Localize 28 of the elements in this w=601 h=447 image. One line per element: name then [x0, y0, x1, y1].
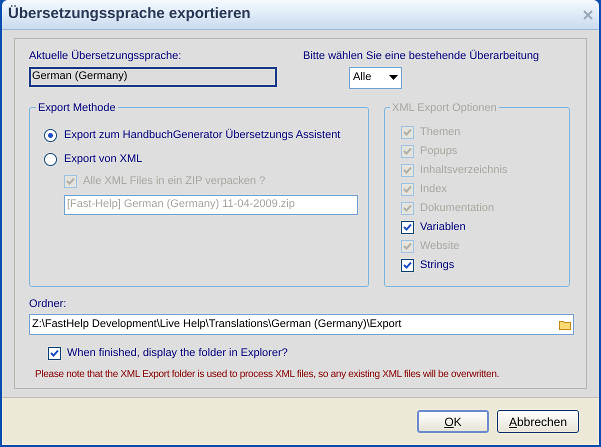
radio-label: Export von XML	[64, 152, 142, 168]
field-label: Aktuelle Übersetzungssprache:	[29, 48, 182, 64]
checkbox-label: Inhaltsverzeichnis	[420, 162, 508, 178]
revision-dropdown[interactable]: Alle	[349, 66, 402, 88]
checkbox-label: Variablen	[420, 220, 466, 235]
checkbox-label: Popups	[420, 144, 458, 159]
close-icon[interactable]	[583, 10, 593, 20]
folder-field[interactable]: Z:\FastHelp Development\Live Help\Translations\German (Germany)\Export	[29, 314, 574, 335]
checkbox-label: Alle XML Files in ein ZIP verpacken ?	[83, 174, 266, 190]
checkbox-label: Themen	[420, 124, 460, 140]
window-title: Übersetzungssprache exportieren	[8, 4, 251, 24]
checkbox-label: Dokumentation	[420, 200, 494, 216]
radio-button[interactable]	[44, 129, 57, 142]
dialog-button[interactable]: Abbrechen	[497, 410, 579, 433]
field-label: Bitte wählen Sie eine bestehende Überarbeitung	[303, 48, 540, 64]
checkbox-label: Website	[420, 238, 460, 254]
folder-icon[interactable]	[559, 320, 571, 330]
checkbox-label: When finished, display the folder in Explorer?	[67, 346, 288, 361]
dialog-button[interactable]: OK	[417, 410, 489, 433]
field-label: Ordner:	[29, 296, 68, 312]
radio-button[interactable]	[44, 153, 57, 166]
radio-label: Export zum HandbuchGenerator Übersetzungs Assistent	[64, 128, 340, 144]
checkbox-label: Index	[420, 182, 447, 197]
dropdown-arrow-icon	[389, 75, 398, 80]
checkbox[interactable]	[48, 346, 61, 360]
checkbox-label: Strings	[420, 258, 454, 273]
language-field: German (Germany)	[29, 66, 277, 86]
warning-note: Please note that the XML Export folder is used to process XML files, so any existing XML files will be overwritten.	[35, 368, 500, 380]
